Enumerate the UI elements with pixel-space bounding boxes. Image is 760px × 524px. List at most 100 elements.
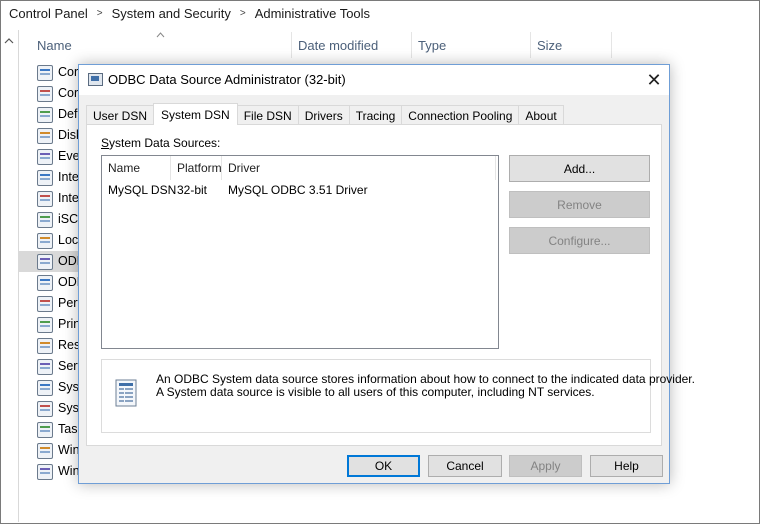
tab-connection-pooling[interactable]: Connection Pooling	[401, 105, 520, 125]
list-item[interactable]: ODE	[19, 272, 79, 293]
apply-button-label: Apply	[530, 459, 561, 473]
column-header-type[interactable]: Type	[411, 30, 529, 60]
resource-monitor-icon	[37, 338, 53, 354]
section-label-text: ystem Data Sources:	[109, 136, 221, 150]
apply-button[interactable]: Apply	[509, 455, 582, 477]
list-item[interactable]: Serv	[19, 356, 79, 377]
list-item[interactable]: Win	[19, 440, 79, 461]
cancel-button[interactable]: Cancel	[428, 455, 502, 477]
list-header-platform[interactable]: Platform	[171, 156, 222, 180]
list-header-divider[interactable]	[495, 156, 496, 180]
list-item[interactable]: Eve	[19, 146, 79, 167]
list-item-label: Perf	[58, 296, 79, 310]
list-item-label: Syst	[58, 401, 79, 415]
list-item-label: Win	[58, 443, 79, 457]
add-button-label: Add...	[563, 161, 596, 176]
breadcrumb-control-panel[interactable]: Control Panel	[9, 6, 88, 21]
odbc-icon	[37, 275, 53, 291]
dialog-titlebar[interactable]: ODBC Data Source Administrator (32-bit) …	[79, 65, 669, 95]
cancel-button-label: Cancel	[446, 459, 484, 473]
tab-drivers[interactable]: Drivers	[297, 105, 350, 125]
list-header: Name Platform Driver	[102, 156, 498, 180]
file-list: Cor Cor Def Disk Eve Inte Inte iSCS Loc ODE ODE Per…	[19, 62, 79, 482]
list-item-label: Eve	[58, 149, 79, 163]
list-item-label: Task	[58, 422, 79, 436]
list-item[interactable]: Cor	[19, 62, 79, 83]
column-header-date-modified[interactable]: Date modified	[291, 30, 411, 60]
tab-about[interactable]: About	[518, 105, 564, 125]
breadcrumb: Control Panel > System and Security > Ad…	[1, 1, 758, 26]
data-source-document-icon	[111, 378, 141, 408]
info-text: An ODBC System data source stores inform…	[156, 373, 695, 399]
list-item-label: Cor	[58, 86, 79, 100]
list-item[interactable]: Perf	[19, 293, 79, 314]
list-item[interactable]: Inte	[19, 167, 79, 188]
breadcrumb-system-and-security[interactable]: System and Security	[112, 6, 231, 21]
system-dsn-panel: System Data Sources: Name Platform Drive…	[86, 124, 695, 446]
list-header-name[interactable]: Name	[102, 156, 170, 180]
iscsi-initiator-icon	[37, 212, 53, 228]
help-button-label: Help	[614, 459, 639, 473]
odbc-app-icon	[88, 73, 103, 86]
dialog-title: ODBC Data Source Administrator (32-bit)	[108, 72, 346, 87]
close-button[interactable]: ✕	[639, 65, 669, 95]
column-divider[interactable]	[611, 32, 612, 58]
list-item[interactable]: Task	[19, 419, 79, 440]
breadcrumb-separator-icon[interactable]: >	[240, 8, 246, 19]
odbc-dialog: ODBC Data Source Administrator (32-bit) …	[78, 64, 695, 484]
list-header-driver[interactable]: Driver	[222, 156, 492, 180]
list-item[interactable]: Res	[19, 335, 79, 356]
collapse-caret-icon[interactable]	[4, 36, 14, 46]
remove-button-label: Remove	[557, 197, 602, 212]
column-header-name[interactable]: Name	[30, 30, 288, 60]
list-item[interactable]: Disk	[19, 125, 79, 146]
internet-information-icon	[37, 191, 53, 207]
breadcrumb-separator-icon[interactable]: >	[97, 8, 103, 19]
performance-monitor-icon	[37, 296, 53, 312]
windows-memory-diagnostic-icon	[37, 464, 53, 480]
remove-button[interactable]: Remove	[509, 191, 650, 218]
add-button[interactable]: Add...	[509, 155, 650, 182]
data-source-row[interactable]: MySQL DSN 32-bit MySQL ODBC 3.51 Driver	[102, 181, 498, 199]
system-information-icon	[37, 401, 53, 417]
list-item[interactable]: iSCS	[19, 209, 79, 230]
help-button[interactable]: Help	[590, 455, 663, 477]
tab-user-dsn[interactable]: User DSN	[86, 105, 155, 125]
ok-button[interactable]: OK	[347, 455, 420, 477]
list-item-label: Serv	[58, 359, 79, 373]
list-item-label: Syst	[58, 380, 79, 394]
ok-button-label: OK	[374, 459, 393, 473]
system-data-sources-label: System Data Sources:	[101, 136, 220, 150]
computer-management-icon	[37, 86, 53, 102]
list-item[interactable]: Inte	[19, 188, 79, 209]
list-item[interactable]: Def	[19, 104, 79, 125]
services-icon	[37, 359, 53, 375]
list-item[interactable]: Syst	[19, 377, 79, 398]
list-item-label: ODE	[58, 254, 79, 268]
list-item-label: Res	[58, 338, 79, 352]
configure-button[interactable]: Configure...	[509, 227, 650, 254]
defragment-icon	[37, 107, 53, 123]
list-item-label: Inte	[58, 170, 79, 184]
data-sources-list[interactable]: Name Platform Driver MySQL DSN 32-bit My…	[101, 155, 499, 349]
configure-button-label: Configure...	[548, 233, 611, 248]
list-item-label: Disk	[58, 128, 79, 142]
tab-system-dsn[interactable]: System DSN	[153, 103, 238, 125]
iscsi-icon	[37, 170, 53, 186]
column-header-size[interactable]: Size	[530, 30, 610, 60]
list-item[interactable]: Prin	[19, 314, 79, 335]
list-item[interactable]: Win	[19, 461, 79, 482]
disk-cleanup-icon	[37, 128, 53, 144]
breadcrumb-administrative-tools[interactable]: Administrative Tools	[255, 6, 370, 21]
tab-file-dsn[interactable]: File DSN	[236, 105, 299, 125]
component-services-icon	[37, 65, 53, 81]
list-item-label: Inte	[58, 191, 79, 205]
list-item[interactable]: Loc	[19, 230, 79, 251]
list-item[interactable]: Syst	[19, 398, 79, 419]
list-item[interactable]: ODE	[19, 251, 79, 272]
list-item[interactable]: Cor	[19, 83, 79, 104]
tab-tracing[interactable]: Tracing	[348, 105, 403, 125]
local-security-policy-icon	[37, 233, 53, 249]
list-item-label: Win	[58, 464, 79, 478]
odbc-icon	[37, 254, 53, 270]
